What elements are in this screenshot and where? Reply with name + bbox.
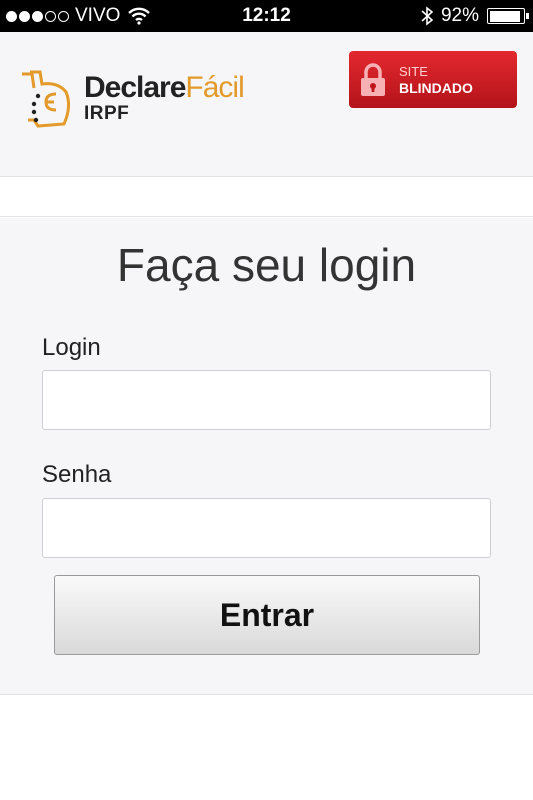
separator-band <box>0 177 533 217</box>
status-bar: VIVO 12:12 92% <box>0 0 533 32</box>
thumbs-up-e-logo-icon <box>22 70 71 128</box>
login-input[interactable] <box>42 370 491 430</box>
brand-name: DeclareFácil <box>84 71 245 104</box>
login-label: Login <box>42 334 101 361</box>
battery-icon <box>487 8 529 24</box>
site-header: DeclareFácil IRPF SITE BLINDADO <box>0 32 533 177</box>
padlock-icon <box>361 62 385 96</box>
badge-line2: BLINDADO <box>399 79 473 96</box>
login-title: Faça seu login <box>116 239 417 291</box>
brand-name-part2: Fácil <box>185 71 244 104</box>
entrar-button[interactable]: Entrar <box>54 575 480 655</box>
brand-name-part1: Declare <box>84 71 186 104</box>
battery-nub <box>526 13 529 19</box>
senha-input[interactable] <box>42 498 491 558</box>
login-panel: Faça seu login Login Senha Entrar <box>0 218 533 695</box>
site-blindado-badge[interactable]: SITE BLINDADO <box>349 51 517 108</box>
declarefacil-logo[interactable]: DeclareFácil IRPF <box>18 66 245 132</box>
badge-line1: SITE <box>399 63 428 79</box>
badge-text: SITE BLINDADO <box>399 64 473 96</box>
battery-percent: 92% <box>440 5 479 26</box>
senha-label: Senha <box>42 461 112 488</box>
bluetooth-icon <box>421 6 433 26</box>
logo-text: DeclareFácil IRPF <box>84 71 245 124</box>
status-right: 92% <box>421 5 529 27</box>
brand-subtitle: IRPF <box>84 103 130 124</box>
battery-fill <box>489 10 520 22</box>
